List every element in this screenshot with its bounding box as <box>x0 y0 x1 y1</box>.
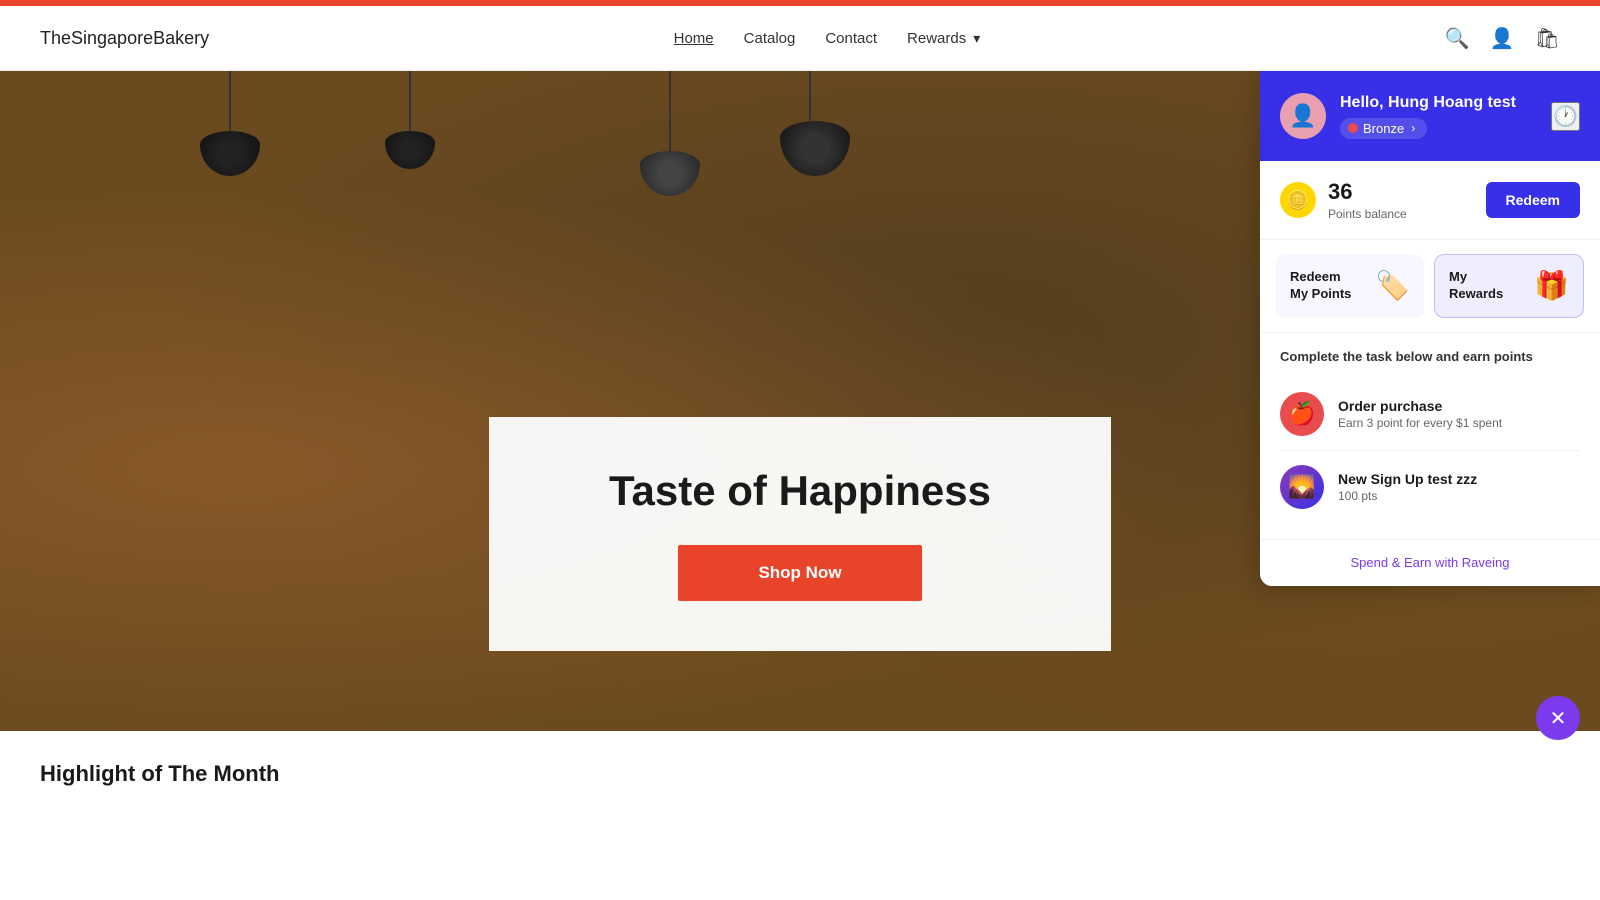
user-avatar: 👤 <box>1280 93 1326 139</box>
spend-earn-link[interactable]: Spend & Earn with Raveing <box>1351 555 1510 570</box>
hero-title: Taste of Happiness <box>609 467 991 515</box>
points-icon: 🪙 <box>1280 182 1316 218</box>
hero-section: Taste of Happiness Shop Now 👤 Hello, Hun… <box>0 71 1600 731</box>
search-button[interactable]: 🔍 <box>1445 26 1470 51</box>
action-cards: RedeemMy Points 🏷️ MyRewards 🎁 <box>1260 240 1600 333</box>
signup-icon: 🌄 <box>1280 465 1324 509</box>
bottom-section: Highlight of The Month <box>0 731 1600 900</box>
cart-button[interactable]: 🛍 <box>1535 26 1560 51</box>
close-icon: ✕ <box>1550 706 1567 731</box>
user-greeting: Hello, Hung Hoang test <box>1340 94 1516 112</box>
lamp-decoration <box>380 71 440 171</box>
points-label: Points balance <box>1328 207 1407 221</box>
apple-icon: 🍎 <box>1288 401 1315 427</box>
points-section: 🪙 36 Points balance Redeem <box>1260 161 1600 240</box>
nav-icons: 🔍 👤 🛍 <box>1445 26 1560 51</box>
user-info: Hello, Hung Hoang test Bronze › <box>1340 94 1516 139</box>
tasks-title: Complete the task below and earn points <box>1280 349 1580 364</box>
mountain-icon: 🌄 <box>1288 474 1315 500</box>
rewards-panel: 👤 Hello, Hung Hoang test Bronze › 🕐 <box>1260 71 1600 586</box>
search-icon: 🔍 <box>1445 28 1470 50</box>
highlight-title: Highlight of The Month <box>40 761 1560 787</box>
gift-icon: 🎁 <box>1534 269 1569 302</box>
lamp-decoration <box>200 71 260 171</box>
redeem-points-card[interactable]: RedeemMy Points 🏷️ <box>1276 254 1424 318</box>
my-rewards-label: MyRewards <box>1449 269 1503 303</box>
nav-contact[interactable]: Contact <box>825 30 877 47</box>
points-left: 🪙 36 Points balance <box>1280 179 1407 221</box>
redeem-button[interactable]: Redeem <box>1486 182 1580 218</box>
tier-badge[interactable]: Bronze › <box>1340 118 1427 139</box>
close-button[interactable]: ✕ <box>1536 696 1580 740</box>
redeem-points-label: RedeemMy Points <box>1290 269 1351 303</box>
task-order-purchase: 🍎 Order purchase Earn 3 point for every … <box>1280 378 1580 451</box>
my-rewards-card[interactable]: MyRewards 🎁 <box>1434 254 1584 318</box>
lamp-decoration <box>640 71 700 171</box>
history-button[interactable]: 🕐 <box>1551 102 1580 131</box>
signup-name: New Sign Up test zzz <box>1338 471 1477 487</box>
tier-arrow-icon: › <box>1411 121 1415 135</box>
brand-name: TheSingaporeBakery <box>40 28 209 49</box>
chevron-down-icon <box>970 30 980 47</box>
signup-desc: 100 pts <box>1338 489 1477 503</box>
history-icon: 🕐 <box>1553 106 1578 128</box>
signup-info: New Sign Up test zzz 100 pts <box>1338 471 1477 503</box>
rewards-header-left: 👤 Hello, Hung Hoang test Bronze › <box>1280 93 1516 139</box>
coin-icon: 🪙 <box>1287 190 1309 211</box>
order-purchase-desc: Earn 3 point for every $1 spent <box>1338 416 1502 430</box>
header: TheSingaporeBakery Home Catalog Contact … <box>0 6 1600 71</box>
nav-links: Home Catalog Contact Rewards <box>674 30 981 47</box>
nav-home[interactable]: Home <box>674 30 714 47</box>
rewards-footer: Spend & Earn with Raveing <box>1260 539 1600 586</box>
account-button[interactable]: 👤 <box>1490 26 1515 51</box>
order-purchase-icon: 🍎 <box>1280 392 1324 436</box>
tasks-section: Complete the task below and earn points … <box>1260 333 1600 539</box>
hero-content-box: Taste of Happiness Shop Now <box>489 417 1111 651</box>
account-icon: 👤 <box>1490 28 1515 50</box>
tag-icon: 🏷️ <box>1375 269 1410 302</box>
tier-label: Bronze <box>1363 121 1404 136</box>
avatar-icon: 👤 <box>1289 103 1316 129</box>
shop-now-button[interactable]: Shop Now <box>678 545 921 601</box>
nav-rewards[interactable]: Rewards <box>907 30 980 47</box>
order-purchase-name: Order purchase <box>1338 398 1502 414</box>
cart-icon: 🛍 <box>1535 28 1560 50</box>
nav-catalog[interactable]: Catalog <box>744 30 796 47</box>
points-balance: 36 <box>1328 179 1407 205</box>
bronze-dot <box>1348 123 1358 133</box>
rewards-panel-header: 👤 Hello, Hung Hoang test Bronze › 🕐 <box>1260 71 1600 161</box>
points-info: 36 Points balance <box>1328 179 1407 221</box>
lamp-decoration <box>780 71 840 171</box>
task-signup: 🌄 New Sign Up test zzz 100 pts <box>1280 451 1580 523</box>
order-purchase-info: Order purchase Earn 3 point for every $1… <box>1338 398 1502 430</box>
